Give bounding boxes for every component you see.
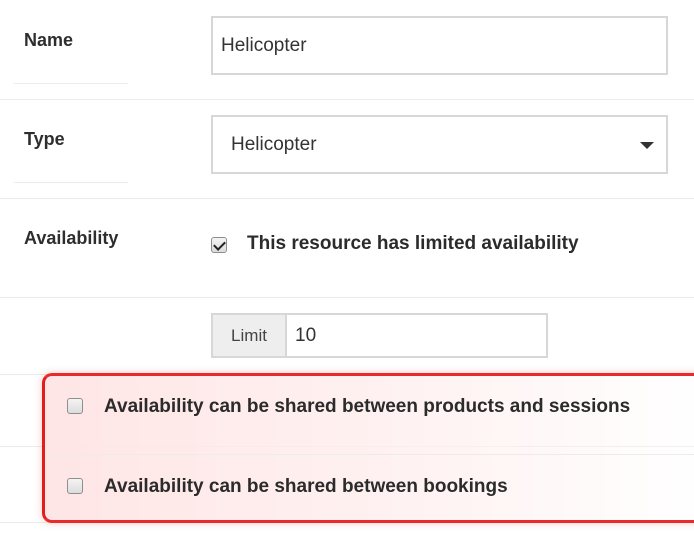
row-divider [14,83,128,84]
share-bookings-checkbox[interactable] [67,478,83,494]
row-divider [14,182,128,183]
name-label: Name [24,30,74,50]
name-input[interactable]: Helicopter [211,16,668,75]
type-select-value: Helicopter [231,133,317,155]
limited-availability-checkbox[interactable] [211,237,227,253]
limit-input-group: Limit 10 [211,313,548,358]
type-select[interactable]: Helicopter [211,115,668,174]
availability-label: Availability [24,228,119,248]
row-divider [45,454,694,455]
share-products-sessions-checkbox[interactable] [67,398,83,414]
chevron-down-icon [640,141,654,149]
row-divider [0,99,694,100]
row-divider [0,297,694,298]
share-products-sessions-label[interactable]: Availability can be shared between produ… [104,396,630,418]
limit-input[interactable]: 10 [287,315,546,356]
share-bookings-label[interactable]: Availability can be shared between booki… [104,476,508,498]
checkmark-icon [213,238,226,251]
row-divider [0,198,694,199]
type-label: Type [24,129,65,149]
limit-addon-label: Limit [213,315,287,356]
limited-availability-label[interactable]: This resource has limited availability [247,233,579,255]
